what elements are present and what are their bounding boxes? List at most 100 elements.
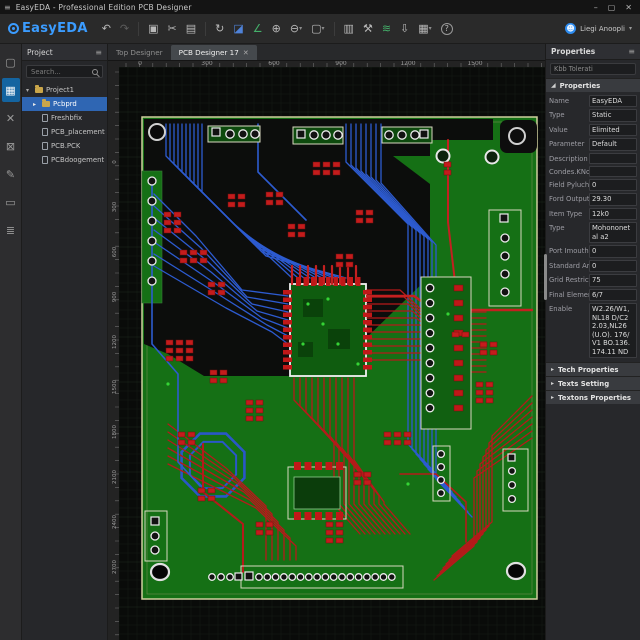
parameter-field[interactable]: Default [589,138,637,151]
property-row: Name EasyEDA [549,95,637,108]
folder-icon [42,99,50,107]
tools-icon[interactable]: ⚒ [363,23,373,34]
section-texts-setting[interactable]: ▸ Texts Setting [546,376,640,391]
panel-resize-handle[interactable] [544,254,547,300]
tree-item-project1[interactable]: ▾ Project1 [22,83,107,97]
tree-item-pcb-pck[interactable]: PCB.PCK [22,139,107,153]
search-icon [92,68,98,75]
pcb-board[interactable] [141,116,538,600]
edit-pen-icon[interactable]: ✎ [2,162,20,186]
project-panel-title: Project [27,47,53,57]
item-type-field[interactable]: 12k0 [589,207,637,221]
refresh-icon[interactable]: ↻ [215,23,224,34]
property-row: Grid Restrict...75 [549,274,637,287]
property-row: Value Elimited [549,123,637,137]
copy-icon[interactable]: ▤ [186,23,196,34]
file-icon[interactable]: ▢ [2,50,20,74]
type-field[interactable]: Static [589,109,637,122]
svg-text:1800: 1800 [112,425,118,439]
port-field[interactable]: 0 [589,245,637,258]
property-row: Standard Area0 [549,259,637,273]
section-tech-properties[interactable]: ▸ Tech Properties [546,362,640,377]
final-element-field[interactable]: 6/7 [589,288,637,302]
svg-text:600: 600 [268,61,280,67]
zoom-out-icon[interactable]: ⊖▾ [290,23,302,34]
property-row: Ford Outputs 29.30 [549,193,637,206]
svg-text:0: 0 [112,160,118,164]
redo-icon[interactable]: ↷ [120,23,129,34]
svg-text:1200: 1200 [400,61,415,67]
undo-icon[interactable]: ↶ [102,23,111,34]
ford-outputs-field[interactable]: 29.30 [589,193,637,206]
file-icon [42,142,48,150]
pcb-canvas[interactable]: 0 300 600 900 1200 1500 0 300 600 900 12… [108,61,545,640]
section-expand-icon: ▸ [551,380,555,388]
folder-icon [35,85,43,93]
property-row: Type Mohononetal a2 [549,222,637,244]
properties-panel-title: Properties [551,47,596,56]
footprint-icon[interactable]: ▭ [2,190,20,214]
layer-view-icon[interactable]: ◪ [233,23,243,34]
section-expand-icon: ▸ [551,394,555,402]
netlist-icon[interactable]: ≣ [2,218,20,242]
left-rail: ▢ ▦ ✕ ⊠ ✎ ▭ ≣ [0,44,22,640]
svg-text:2100: 2100 [112,470,118,484]
property-row: Item Type 12k0 [549,207,637,221]
tree-item-pcbdoogement[interactable]: PCBdoogement [22,153,107,167]
cut-icon[interactable]: ✂ [168,23,177,34]
tree-item-pcbprd[interactable]: ▸ Pcbprd [22,97,107,111]
app-menu-icon[interactable]: ≡ [4,3,11,12]
zoom-in-icon[interactable]: ⊕ [272,23,281,34]
property-row: Type Static [549,109,637,122]
export-board-icon[interactable]: ⊠ [2,134,20,158]
tree-item-pcb-placement[interactable]: PCB_placement [22,125,107,139]
measure-icon[interactable]: ∠ [253,23,263,34]
grid-restrict-field[interactable]: 75 [589,274,637,287]
close-button[interactable]: ✕ [625,3,632,12]
enable-field[interactable]: W2.26/W1,NL18 D/C22.03,NL26 (U.O). 176/V… [589,303,637,359]
project-menu-icon[interactable]: ≡ [95,48,102,57]
layers-board-icon[interactable]: ▦ [1,78,20,102]
snapshot-icon[interactable]: ▣ [148,23,158,34]
section-expand-icon: ▸ [551,366,555,374]
easyeda-logo: EasyEDA [8,21,88,36]
standard-area-field[interactable]: 0 [589,259,637,273]
frame-select-icon[interactable]: ▢▾ [311,23,324,34]
properties-filter-field[interactable]: Kbb Tolerati [550,63,636,75]
project-panel: Project ≡ Search... ▾ Project1 ▸ Pcbprd [22,44,108,640]
avatar: ☻ [565,23,577,34]
description-field[interactable] [589,152,637,164]
window-title: EasyEDA - Professional Edition PCB Desig… [15,2,192,12]
close-tab-icon[interactable]: ✕ [243,49,249,57]
tree-item-freshbfix[interactable]: Freshbfix [22,111,107,125]
project-search-input[interactable]: Search... [26,65,103,78]
properties-menu-icon[interactable]: ≡ [628,47,635,56]
value-field[interactable]: Elimited [589,123,637,137]
property-row: Condes.KNo. [549,165,637,177]
grid-settings-icon[interactable]: ▦▾ [418,23,431,34]
type2-field[interactable]: Mohononetal a2 [589,222,637,244]
easyeda-logo-text: EasyEDA [22,21,88,36]
tab-top-designer[interactable]: Top Designer [108,45,171,60]
export-icon[interactable]: ⇩ [400,23,409,34]
stats-icon[interactable]: ▥ [344,23,354,34]
tab-pcb-designer[interactable]: PCB Designer 17 ✕ [170,45,257,60]
field-pylucho-field[interactable]: 0 [589,178,637,192]
user-account[interactable]: ☻ Liegi Anoopli ▾ [565,23,632,34]
name-field[interactable]: EasyEDA [589,95,637,108]
cross-probe-icon[interactable]: ✕ [2,106,20,130]
condes-field[interactable] [589,165,637,177]
svg-text:2700: 2700 [112,560,118,574]
section-expand-icon: ◢ [551,82,556,89]
svg-text:900: 900 [112,291,118,302]
help-icon[interactable]: ? [440,22,453,35]
section-textons-properties[interactable]: ▸ Textons Properties [546,390,640,405]
minimize-button[interactable]: – [594,3,598,12]
maximize-button[interactable]: ▢ [608,3,616,12]
wave-check-icon[interactable]: ≋ [382,23,391,34]
section-properties[interactable]: ◢ Properties [546,78,640,92]
expand-arrow-icon[interactable]: ▾ [26,87,32,94]
expand-arrow-icon[interactable]: ▸ [33,101,39,108]
pcb-canvas-wrap: 0 300 600 900 1200 1500 0 300 600 900 12… [108,61,545,640]
editor-area: Top Designer PCB Designer 17 ✕ 0 300 600… [108,44,545,640]
